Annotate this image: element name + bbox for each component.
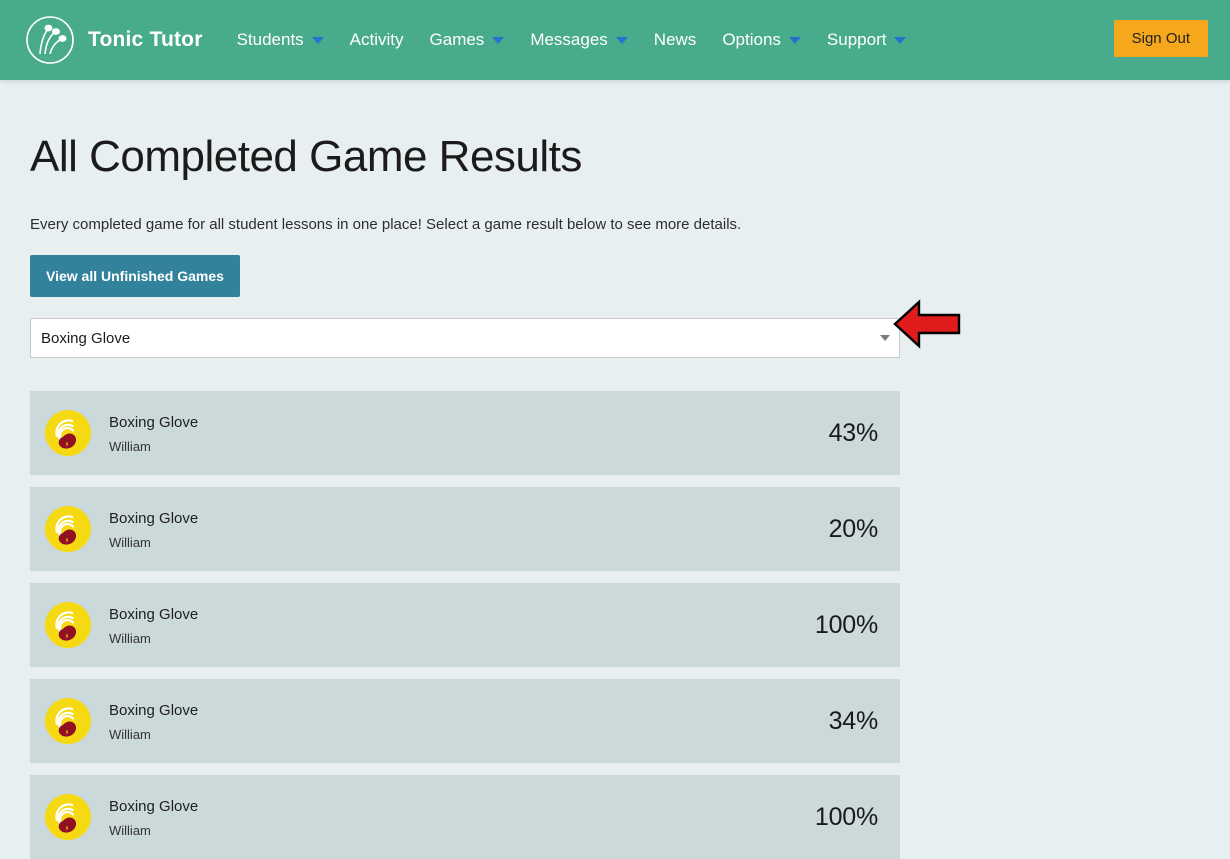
nav-item-messages[interactable]: Messages [530, 30, 627, 50]
nav-item-games[interactable]: Games [430, 30, 505, 50]
table-row[interactable]: x Boxing Glove William 34% [30, 679, 900, 763]
row-score: 100% [815, 611, 878, 640]
row-game-name: Boxing Glove [109, 604, 815, 627]
row-text: Boxing Glove William [109, 412, 829, 454]
game-filter-select[interactable]: Boxing Glove [30, 318, 900, 358]
nav-item-options[interactable]: Options [722, 30, 801, 50]
nav-label: News [654, 30, 697, 50]
chevron-down-icon [894, 37, 906, 44]
row-student-name: William [109, 535, 829, 550]
row-score: 43% [829, 419, 878, 448]
nav-item-activity[interactable]: Activity [350, 30, 404, 50]
main-content: All Completed Game Results Every complet… [0, 132, 1230, 859]
row-student-name: William [109, 439, 829, 454]
row-score: 20% [829, 515, 878, 544]
nav-label: Activity [350, 30, 404, 50]
row-text: Boxing Glove William [109, 508, 829, 550]
game-results-list: x Boxing Glove William 43% [30, 391, 1200, 859]
row-text: Boxing Glove William [109, 604, 815, 646]
brand-group[interactable]: Tonic Tutor [24, 14, 203, 66]
top-navbar: Tonic Tutor Students Activity Games Mess… [0, 0, 1230, 80]
chevron-down-icon [492, 37, 504, 44]
row-game-name: Boxing Glove [109, 700, 829, 723]
view-unfinished-games-button[interactable]: View all Unfinished Games [30, 255, 240, 297]
game-filter-wrapper: Boxing Glove [30, 318, 900, 358]
tonic-tutor-logo-icon [24, 14, 76, 66]
boxing-glove-game-icon: x [44, 409, 92, 457]
page-description: Every completed game for all student les… [30, 216, 1200, 233]
nav-item-news[interactable]: News [654, 30, 697, 50]
boxing-glove-game-icon: x [44, 697, 92, 745]
svg-text:x: x [66, 826, 69, 832]
row-text: Boxing Glove William [109, 796, 815, 838]
nav-item-students[interactable]: Students [237, 30, 324, 50]
nav-label: Messages [530, 30, 607, 50]
sign-out-button[interactable]: Sign Out [1114, 20, 1208, 57]
boxing-glove-game-icon: x [44, 505, 92, 553]
svg-text:x: x [66, 730, 69, 736]
table-row[interactable]: x Boxing Glove William 43% [30, 391, 900, 475]
nav-label: Students [237, 30, 304, 50]
row-student-name: William [109, 631, 815, 646]
nav-item-support[interactable]: Support [827, 30, 907, 50]
boxing-glove-game-icon: x [44, 793, 92, 841]
brand-name: Tonic Tutor [88, 28, 203, 52]
row-student-name: William [109, 727, 829, 742]
chevron-down-icon [312, 37, 324, 44]
table-row[interactable]: x Boxing Glove William 20% [30, 487, 900, 571]
nav-label: Games [430, 30, 485, 50]
row-game-name: Boxing Glove [109, 412, 829, 435]
nav-label: Options [722, 30, 781, 50]
row-text: Boxing Glove William [109, 700, 829, 742]
chevron-down-icon [789, 37, 801, 44]
chevron-down-icon [616, 37, 628, 44]
table-row[interactable]: x Boxing Glove William 100% [30, 583, 900, 667]
svg-text:x: x [66, 634, 69, 640]
row-student-name: William [109, 823, 815, 838]
boxing-glove-game-icon: x [44, 601, 92, 649]
nav-links: Students Activity Games Messages News Op… [237, 30, 933, 50]
row-game-name: Boxing Glove [109, 508, 829, 531]
svg-text:x: x [66, 538, 69, 544]
svg-text:x: x [66, 442, 69, 448]
nav-label: Support [827, 30, 887, 50]
row-score: 100% [815, 803, 878, 832]
page-title: All Completed Game Results [30, 132, 1200, 182]
row-score: 34% [829, 707, 878, 736]
table-row[interactable]: x Boxing Glove William 100% [30, 775, 900, 859]
